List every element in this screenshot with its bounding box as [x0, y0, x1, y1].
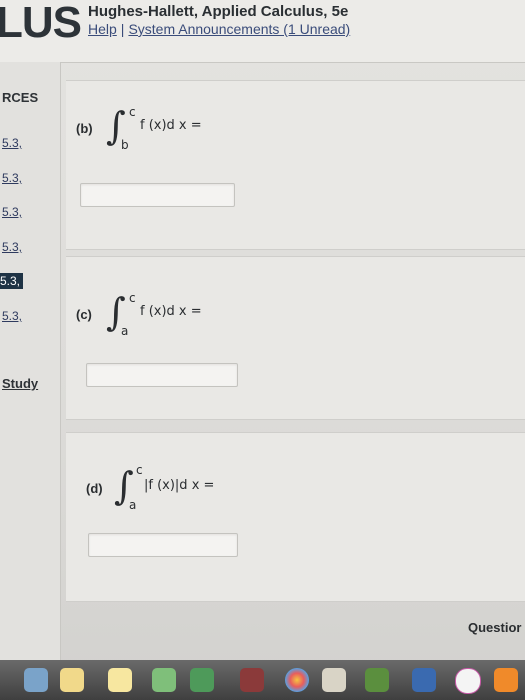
part-label: (d) [86, 481, 103, 496]
site-header: LUS Hughes-Hallett, Applied Calculus, 5e… [0, 0, 525, 63]
question-panel-c: (c) ∫ c a f (x)d x = [66, 256, 525, 420]
browser-page: LUS Hughes-Hallett, Applied Calculus, 5e… [0, 0, 525, 700]
question-link[interactable]: Questior [468, 620, 521, 635]
integral-lower-limit: a [121, 324, 129, 338]
part-label: (c) [76, 307, 92, 322]
photos-icon[interactable] [285, 668, 309, 692]
answer-input-b[interactable] [80, 183, 235, 207]
maps-icon[interactable] [152, 668, 176, 692]
facetime-icon[interactable] [190, 668, 214, 692]
preview-icon[interactable] [24, 668, 48, 692]
question-panel-b: (b) ∫ c b f (x)d x = [66, 80, 525, 250]
itunes-icon[interactable] [455, 668, 481, 694]
integral-expression: f (x)d x = [140, 118, 202, 133]
integral-upper-limit: c [129, 291, 136, 305]
photo-booth-icon[interactable] [240, 668, 264, 692]
site-logo: LUS [0, 0, 82, 47]
integral-expression: f (x)d x = [140, 304, 202, 319]
notes-icon[interactable] [60, 668, 84, 692]
integral-lower-limit: b [121, 138, 129, 152]
macos-dock [0, 660, 525, 700]
answer-input-d[interactable] [88, 533, 238, 557]
header-links: Help | System Announcements (1 Unread) [88, 21, 350, 37]
integral-lower-limit: a [129, 498, 137, 512]
sidebar-item-section[interactable]: 5.3, [2, 205, 22, 219]
keynote-icon[interactable] [412, 668, 436, 692]
resources-heading: RCES [2, 90, 39, 105]
sidebar-item-section[interactable]: 5.3, [2, 171, 22, 185]
sidebar-item-section[interactable]: 5.3, [2, 309, 22, 323]
sidebar-item-section[interactable]: 5.3, [2, 136, 22, 150]
book-title: Hughes-Hallett, Applied Calculus, 5e [88, 3, 349, 20]
part-label: (b) [76, 121, 93, 136]
header-link-separator: | [120, 21, 125, 37]
question-panel-d: (d) ∫ c a |f (x)|d x = [66, 432, 525, 602]
help-link[interactable]: Help [88, 21, 117, 37]
answer-input-c[interactable] [86, 363, 238, 387]
pages-icon[interactable] [322, 668, 346, 692]
sidebar-item-section[interactable]: 5.3, [2, 240, 22, 254]
integral-upper-limit: c [136, 463, 143, 477]
ibooks-icon[interactable] [494, 668, 518, 692]
sidebar-item-section-active[interactable]: 5.3, [0, 273, 24, 289]
integral-expression: |f (x)|d x = [144, 478, 215, 493]
numbers-icon[interactable] [365, 668, 389, 692]
integral-upper-limit: c [129, 105, 136, 119]
stickies-icon[interactable] [108, 668, 132, 692]
resources-sidebar: RCES 5.3, 5.3, 5.3, 5.3, 5.3, 5.3, Study [0, 62, 61, 660]
study-link[interactable]: Study [2, 376, 38, 391]
system-announcements-link[interactable]: System Announcements (1 Unread) [128, 21, 350, 37]
